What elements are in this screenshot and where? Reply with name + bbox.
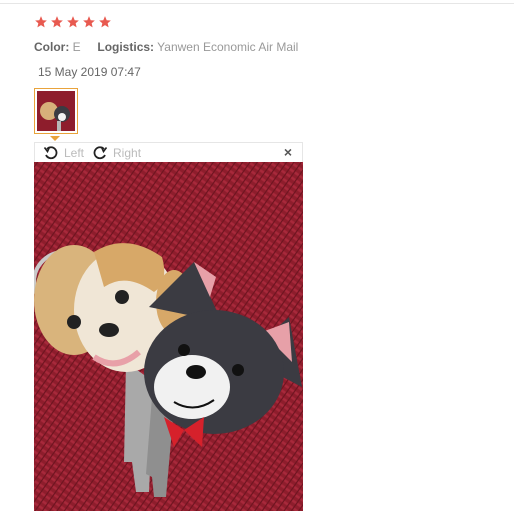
rotate-left-label: Left (64, 145, 85, 160)
logistics-value: Yanwen Economic Air Mail (157, 40, 299, 54)
top-divider (0, 3, 514, 4)
rotate-right-button[interactable]: Right (92, 145, 141, 161)
rotate-right-label: Right (113, 145, 142, 160)
review-photo-large (34, 162, 303, 511)
star-icon (83, 16, 95, 28)
star-icon (51, 16, 63, 28)
close-icon[interactable]: × (284, 144, 292, 160)
thumbnail-image (37, 91, 75, 131)
star-icon (99, 16, 111, 28)
rotate-left-button[interactable]: Left (43, 145, 84, 161)
review-date: 15 May 2019 07:47 (38, 65, 141, 79)
image-viewer-toolbar: Left Right × (34, 142, 303, 162)
thumbnail-pointer (50, 136, 60, 141)
star-rating (34, 15, 112, 29)
star-icon (67, 16, 79, 28)
color-label: Color: (34, 40, 70, 54)
rotate-left-icon (43, 145, 58, 159)
color-value: E (72, 40, 81, 54)
logistics-label: Logistics: (97, 40, 155, 54)
review-photo-thumbnail[interactable] (34, 88, 78, 134)
rotate-right-icon (93, 145, 108, 159)
order-attributes: Color: E Logistics: Yanwen Economic Air … (34, 40, 298, 54)
keycap-dogs-photo (34, 162, 303, 511)
star-icon (35, 16, 47, 28)
